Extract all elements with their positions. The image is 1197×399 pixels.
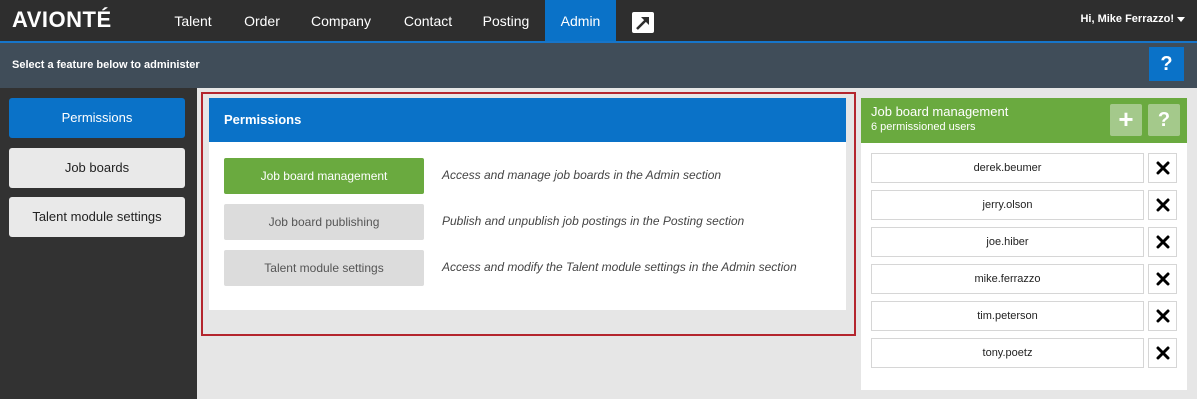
user-row: joe.hiber <box>871 227 1177 257</box>
users-panel-header: Job board management 6 permissioned user… <box>861 98 1187 143</box>
sidebar-item-job-boards[interactable]: Job boards <box>9 148 185 188</box>
remove-user-button[interactable] <box>1148 153 1177 183</box>
user-row: tony.poetz <box>871 338 1177 368</box>
close-icon <box>1156 235 1170 249</box>
user-name: tony.poetz <box>871 338 1144 368</box>
user-name: jerry.olson <box>871 190 1144 220</box>
nav-tab-company[interactable]: Company <box>297 0 385 41</box>
user-name: derek.beumer <box>871 153 1144 183</box>
close-icon <box>1156 272 1170 286</box>
external-link-button[interactable] <box>632 12 654 33</box>
close-icon <box>1156 309 1170 323</box>
plus-icon: + <box>1118 104 1134 134</box>
remove-user-button[interactable] <box>1148 264 1177 294</box>
sidebar-item-permissions[interactable]: Permissions <box>9 98 185 138</box>
user-name: tim.peterson <box>871 301 1144 331</box>
nav-tab-admin[interactable]: Admin <box>545 0 616 41</box>
app-logo[interactable]: AVIONTÉ <box>12 7 112 33</box>
permissions-panel-title: Permissions <box>224 112 302 127</box>
user-row: tim.peterson <box>871 301 1177 331</box>
users-panel-count: 6 permissioned users <box>871 121 976 133</box>
admin-sidebar: Permissions Job boards Talent module set… <box>0 88 197 399</box>
sub-header: Select a feature below to administer <box>0 43 1197 88</box>
job-board-publishing-description: Publish and unpublish job postings in th… <box>442 214 745 228</box>
users-help-button[interactable]: ? <box>1148 104 1180 136</box>
user-greeting: Hi, Mike Ferrazzo! <box>1080 13 1174 25</box>
nav-tab-order[interactable]: Order <box>231 0 293 41</box>
remove-user-button[interactable] <box>1148 301 1177 331</box>
permissioned-users-panel: Job board management 6 permissioned user… <box>861 98 1187 390</box>
user-row: jerry.olson <box>871 190 1177 220</box>
user-row: derek.beumer <box>871 153 1177 183</box>
permissions-panel-header: Permissions <box>209 98 846 142</box>
help-button[interactable]: ? <box>1149 47 1184 81</box>
job-board-management-button[interactable]: Job board management <box>224 158 424 194</box>
permissions-panel: Permissions Job board management Access … <box>209 98 846 310</box>
talent-module-settings-button[interactable]: Talent module settings <box>224 250 424 286</box>
talent-module-settings-description: Access and modify the Talent module sett… <box>442 260 797 274</box>
close-icon <box>1156 346 1170 360</box>
user-menu[interactable]: Hi, Mike Ferrazzo! <box>1080 13 1185 25</box>
remove-user-button[interactable] <box>1148 190 1177 220</box>
add-user-button[interactable]: + <box>1110 104 1142 136</box>
chevron-down-icon <box>1177 16 1185 22</box>
job-board-publishing-button[interactable]: Job board publishing <box>224 204 424 240</box>
question-icon: ? <box>1157 109 1171 131</box>
close-icon <box>1156 198 1170 212</box>
close-icon <box>1156 161 1170 175</box>
user-name: mike.ferrazzo <box>871 264 1144 294</box>
users-panel-title: Job board management <box>871 104 1009 119</box>
nav-tab-contact[interactable]: Contact <box>389 0 467 41</box>
user-row: mike.ferrazzo <box>871 264 1177 294</box>
nav-tab-talent[interactable]: Talent <box>159 0 227 41</box>
remove-user-button[interactable] <box>1148 227 1177 257</box>
nav-tab-posting[interactable]: Posting <box>471 0 541 41</box>
job-board-management-description: Access and manage job boards in the Admi… <box>442 168 722 182</box>
top-nav-bar: AVIONTÉ Talent Order Company Contact Pos… <box>0 0 1197 41</box>
sub-header-text: Select a feature below to administer <box>12 59 200 71</box>
user-name: joe.hiber <box>871 227 1144 257</box>
remove-user-button[interactable] <box>1148 338 1177 368</box>
sidebar-item-talent-module-settings[interactable]: Talent module settings <box>9 197 185 237</box>
external-link-icon <box>636 17 649 30</box>
